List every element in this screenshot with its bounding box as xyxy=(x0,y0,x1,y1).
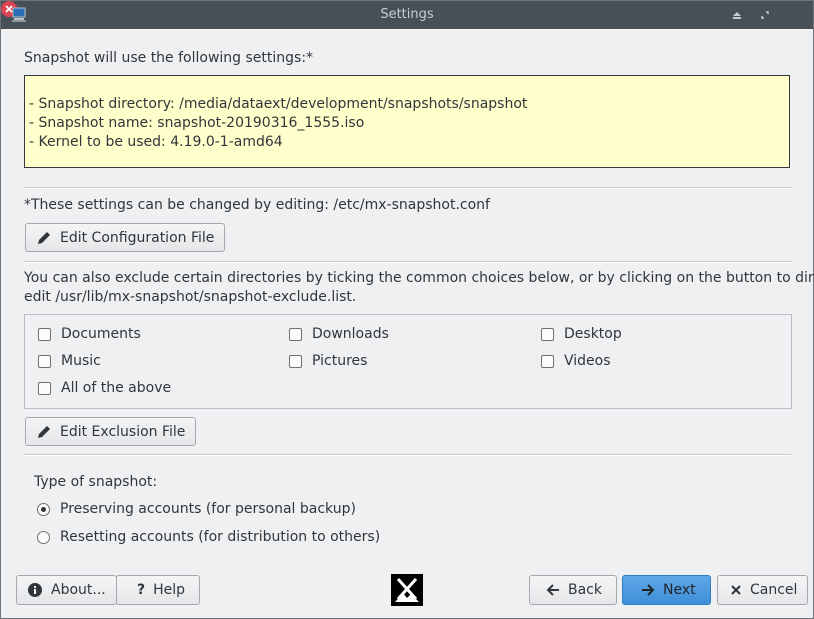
checkbox-pictures[interactable]: Pictures xyxy=(289,353,367,369)
settings-window: Settings Snapshot will use the following… xyxy=(0,0,814,619)
checkbox-music-label: Music xyxy=(61,353,101,369)
edit-exclusion-label: Edit Exclusion File xyxy=(60,423,186,440)
checkbox-documents[interactable]: Documents xyxy=(38,326,141,342)
exclude-description-line1: You can also exclude certain directories… xyxy=(24,270,814,286)
checkbox-music[interactable]: Music xyxy=(38,353,101,369)
checkbox-desktop[interactable]: Desktop xyxy=(541,326,622,342)
checkbox-downloads-label: Downloads xyxy=(312,326,389,342)
keep-above-icon[interactable] xyxy=(729,7,745,23)
intro-heading: Snapshot will use the following settings… xyxy=(24,50,314,66)
snapshot-type-label: Type of snapshot: xyxy=(34,474,158,490)
arrow-left-icon xyxy=(546,584,559,596)
divider xyxy=(24,261,791,263)
cancel-x-icon xyxy=(731,585,741,595)
edit-exclusion-button[interactable]: Edit Exclusion File xyxy=(25,417,197,446)
config-note: *These settings can be changed by editin… xyxy=(24,197,490,213)
edit-configuration-button[interactable]: Edit Configuration File xyxy=(25,223,226,252)
radio-preserving-accounts[interactable]: Preserving accounts (for personal backup… xyxy=(37,501,356,517)
radio-preserving-label: Preserving accounts (for personal backup… xyxy=(60,501,356,517)
checkbox-all[interactable]: All of the above xyxy=(38,380,171,396)
checkbox-pictures-label: Pictures xyxy=(312,353,368,369)
arrow-right-icon xyxy=(642,584,655,596)
radio-button-selected[interactable] xyxy=(37,502,50,516)
title-bar[interactable]: Settings xyxy=(1,1,813,29)
exclude-description-line2: edit /usr/lib/mx-snapshot/snapshot-exclu… xyxy=(24,289,357,305)
help-label: Help xyxy=(153,582,186,598)
exclude-options-group: Documents Downloads Desktop Music Pictur… xyxy=(24,314,792,409)
snapshot-directory-line: - Snapshot directory: /media/dataext/dev… xyxy=(29,96,528,112)
checkbox-box[interactable] xyxy=(38,327,51,341)
back-button[interactable]: Back xyxy=(529,575,617,605)
checkbox-desktop-label: Desktop xyxy=(564,326,622,342)
question-icon: ? xyxy=(137,582,146,598)
cancel-label: Cancel xyxy=(750,582,798,598)
checkbox-documents-label: Documents xyxy=(61,326,141,342)
help-button[interactable]: ? Help xyxy=(116,575,201,605)
about-label: About... xyxy=(51,582,106,598)
checkbox-box[interactable] xyxy=(541,354,554,368)
about-button[interactable]: About... xyxy=(16,575,117,605)
window-title: Settings xyxy=(380,7,434,22)
radio-resetting-accounts[interactable]: Resetting accounts (for distribution to … xyxy=(37,529,380,545)
mx-logo-icon xyxy=(391,574,423,606)
back-label: Back xyxy=(568,582,602,598)
checkbox-downloads[interactable]: Downloads xyxy=(289,326,389,342)
checkbox-all-label: All of the above xyxy=(61,380,172,396)
snapshot-name-line: - Snapshot name: snapshot-20190316_1555.… xyxy=(29,115,365,131)
checkbox-box[interactable] xyxy=(289,327,302,341)
edit-configuration-label: Edit Configuration File xyxy=(60,229,215,246)
kernel-line: - Kernel to be used: 4.19.0-1-amd64 xyxy=(29,134,283,150)
settings-summary-box: - Snapshot directory: /media/dataext/dev… xyxy=(24,75,790,168)
checkbox-box[interactable] xyxy=(541,327,554,341)
radio-button[interactable] xyxy=(37,530,50,544)
restore-icon[interactable] xyxy=(757,7,773,23)
cancel-button[interactable]: Cancel xyxy=(717,575,809,605)
next-button[interactable]: Next xyxy=(622,575,711,605)
settings-content: Snapshot will use the following settings… xyxy=(1,29,814,618)
checkbox-box[interactable] xyxy=(38,354,51,368)
checkbox-videos[interactable]: Videos xyxy=(541,353,611,369)
radio-resetting-label: Resetting accounts (for distribution to … xyxy=(60,529,381,545)
divider xyxy=(24,454,791,456)
next-label: Next xyxy=(663,582,696,598)
pencil-icon xyxy=(38,425,50,438)
checkbox-box[interactable] xyxy=(38,381,51,395)
pencil-icon xyxy=(38,231,50,244)
checkbox-videos-label: Videos xyxy=(564,353,611,369)
checkbox-box[interactable] xyxy=(289,354,302,368)
info-icon xyxy=(28,583,42,597)
divider xyxy=(24,187,791,189)
